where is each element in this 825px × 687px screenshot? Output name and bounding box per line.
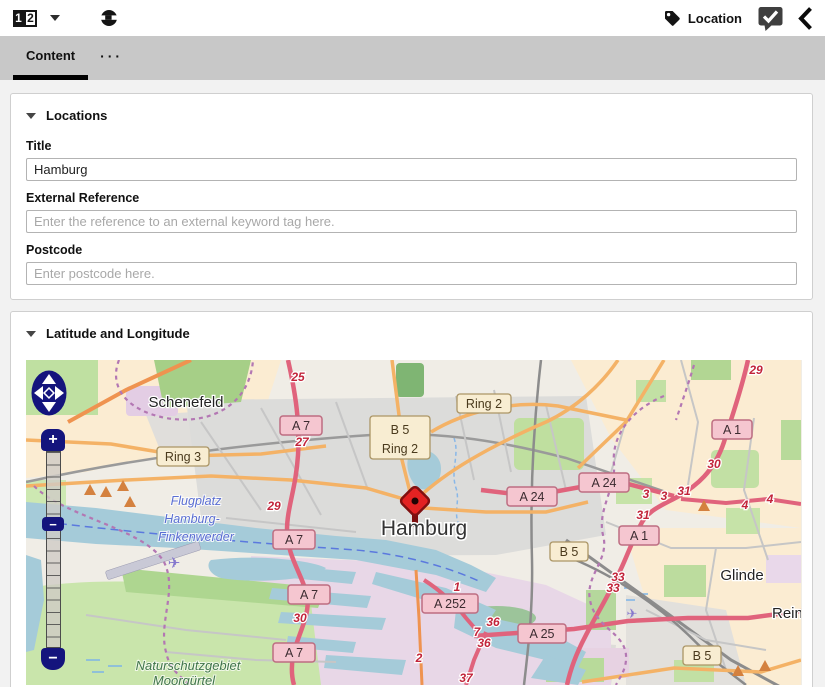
svg-text:A 24: A 24 bbox=[519, 490, 544, 504]
svg-text:1: 1 bbox=[454, 580, 461, 594]
locations-section-title: Locations bbox=[46, 108, 107, 123]
toolbar-right-group: Location bbox=[664, 6, 812, 31]
title-field-label: Title bbox=[26, 139, 797, 153]
svg-text:25: 25 bbox=[290, 370, 305, 384]
locations-section-header[interactable]: Locations bbox=[11, 94, 812, 129]
zoom-in-button[interactable]: + bbox=[41, 429, 65, 451]
airplane-icon: ✈ bbox=[168, 555, 181, 572]
svg-text:2: 2 bbox=[415, 651, 423, 665]
svg-text:3: 3 bbox=[661, 489, 668, 503]
svg-text:31: 31 bbox=[636, 508, 650, 522]
map-label-nature-2: Moorgürtel bbox=[153, 673, 216, 685]
svg-text:A 1: A 1 bbox=[630, 529, 648, 543]
svg-text:30: 30 bbox=[293, 611, 307, 625]
shield-b5-ring2: B 5 Ring 2 bbox=[370, 416, 430, 459]
globe-layers-icon[interactable] bbox=[100, 9, 118, 27]
page-version-current[interactable]: 1 bbox=[13, 10, 24, 27]
shield-a7-2: A 7 bbox=[273, 530, 315, 549]
map-label-hamburg: Hamburg bbox=[381, 517, 467, 540]
collapse-panel-chevron-icon[interactable] bbox=[798, 7, 812, 30]
shield-b5-mid: B 5 bbox=[550, 542, 588, 561]
svg-text:29: 29 bbox=[748, 363, 763, 377]
shield-a24-2: A 24 bbox=[579, 473, 629, 492]
page-version-dropdown-caret-icon[interactable] bbox=[50, 15, 60, 21]
svg-text:29: 29 bbox=[266, 499, 281, 513]
approve-comment-icon[interactable] bbox=[758, 6, 783, 31]
openstreetmap-view: ✈ ✈ A 7 A 7 A 7 A 7 A 1 A 1 A 24 A 24 A … bbox=[26, 360, 801, 685]
svg-text:A 7: A 7 bbox=[285, 533, 303, 547]
svg-text:Ring 2: Ring 2 bbox=[382, 442, 418, 456]
top-toolbar: 1 2 Location bbox=[0, 0, 825, 36]
svg-text:36: 36 bbox=[477, 636, 491, 650]
shield-ring3: Ring 3 bbox=[157, 447, 209, 466]
shield-a1-2: A 1 bbox=[619, 526, 659, 545]
svg-text:A 7: A 7 bbox=[292, 419, 310, 433]
svg-text:4: 4 bbox=[741, 498, 749, 512]
svg-text:A 252: A 252 bbox=[434, 597, 466, 611]
shield-a7-3: A 7 bbox=[288, 585, 330, 604]
svg-text:37: 37 bbox=[459, 671, 474, 685]
external-reference-label: External Reference bbox=[26, 191, 797, 205]
svg-text:36: 36 bbox=[486, 615, 500, 629]
postcode-input[interactable] bbox=[26, 262, 797, 285]
svg-text:4: 4 bbox=[766, 492, 774, 506]
map-label-airfield-1: Flugplatz bbox=[171, 494, 222, 508]
locations-fields: Title External Reference Postcode bbox=[11, 139, 812, 299]
map-label-reinbek: Reinbek bbox=[772, 605, 801, 622]
zoom-slider-handle[interactable]: − bbox=[42, 517, 64, 531]
latlon-section-title: Latitude and Longitude bbox=[46, 326, 190, 341]
map-label-nature-1: Naturschutzgebiet bbox=[136, 658, 242, 673]
map-canvas[interactable]: ✈ ✈ A 7 A 7 A 7 A 7 A 1 A 1 A 24 A 24 A … bbox=[26, 360, 802, 685]
svg-text:A 7: A 7 bbox=[300, 588, 318, 602]
svg-text:33: 33 bbox=[606, 581, 620, 595]
svg-text:Ring 3: Ring 3 bbox=[165, 450, 201, 464]
locations-panel: Locations Title External Reference Postc… bbox=[10, 93, 813, 300]
svg-text:Ring 2: Ring 2 bbox=[466, 397, 502, 411]
svg-text:B 5: B 5 bbox=[560, 545, 579, 559]
collapse-triangle-icon bbox=[26, 331, 36, 337]
map-label-glinde: Glinde bbox=[720, 567, 763, 584]
map-label-airfield-2: Hamburg- bbox=[164, 512, 220, 526]
airplane-icon: ✈ bbox=[627, 606, 638, 621]
location-label: Location bbox=[688, 11, 742, 26]
page-version-other[interactable]: 2 bbox=[24, 10, 37, 27]
shield-a7-4: A 7 bbox=[273, 643, 315, 662]
keyword-tag-icon bbox=[664, 10, 681, 27]
map-label-schenefeld: Schenefeld bbox=[148, 394, 223, 411]
shield-a252: A 252 bbox=[422, 594, 478, 613]
svg-text:B 5: B 5 bbox=[693, 649, 712, 663]
map-pan-control[interactable] bbox=[31, 370, 67, 416]
postcode-label: Postcode bbox=[26, 243, 797, 257]
latlon-section-header[interactable]: Latitude and Longitude bbox=[11, 312, 812, 347]
svg-text:B 5: B 5 bbox=[391, 423, 410, 437]
shield-a7-1: A 7 bbox=[280, 416, 322, 435]
svg-text:30: 30 bbox=[707, 457, 721, 471]
collapse-triangle-icon bbox=[26, 113, 36, 119]
tab-more[interactable]: ··· bbox=[88, 36, 135, 80]
shield-a25: A 25 bbox=[518, 624, 566, 643]
map-label-airfield-3: Finkenwerder bbox=[158, 530, 235, 544]
shield-a1-1: A 1 bbox=[712, 420, 752, 439]
location-keyword-button[interactable]: Location bbox=[664, 10, 742, 27]
svg-text:3: 3 bbox=[643, 487, 650, 501]
svg-text:27: 27 bbox=[294, 435, 310, 449]
zoom-out-button[interactable]: − bbox=[41, 648, 65, 670]
svg-text:A 24: A 24 bbox=[591, 476, 616, 490]
title-input[interactable] bbox=[26, 158, 797, 181]
form-content: Locations Title External Reference Postc… bbox=[0, 80, 825, 687]
svg-text:31: 31 bbox=[677, 484, 691, 498]
svg-text:A 25: A 25 bbox=[529, 627, 554, 641]
tab-bar: Content ··· bbox=[0, 36, 825, 80]
external-reference-input[interactable] bbox=[26, 210, 797, 233]
shield-a24-1: A 24 bbox=[507, 487, 557, 506]
tab-content[interactable]: Content bbox=[13, 36, 88, 80]
shield-b5-south: B 5 bbox=[683, 646, 721, 665]
page-version-toggle[interactable]: 1 2 bbox=[13, 10, 37, 27]
svg-text:A 1: A 1 bbox=[723, 423, 741, 437]
shield-ring2-east: Ring 2 bbox=[457, 394, 511, 413]
svg-text:A 7: A 7 bbox=[285, 646, 303, 660]
latlon-panel: Latitude and Longitude bbox=[10, 311, 813, 687]
zoom-slider-track[interactable] bbox=[46, 451, 61, 648]
